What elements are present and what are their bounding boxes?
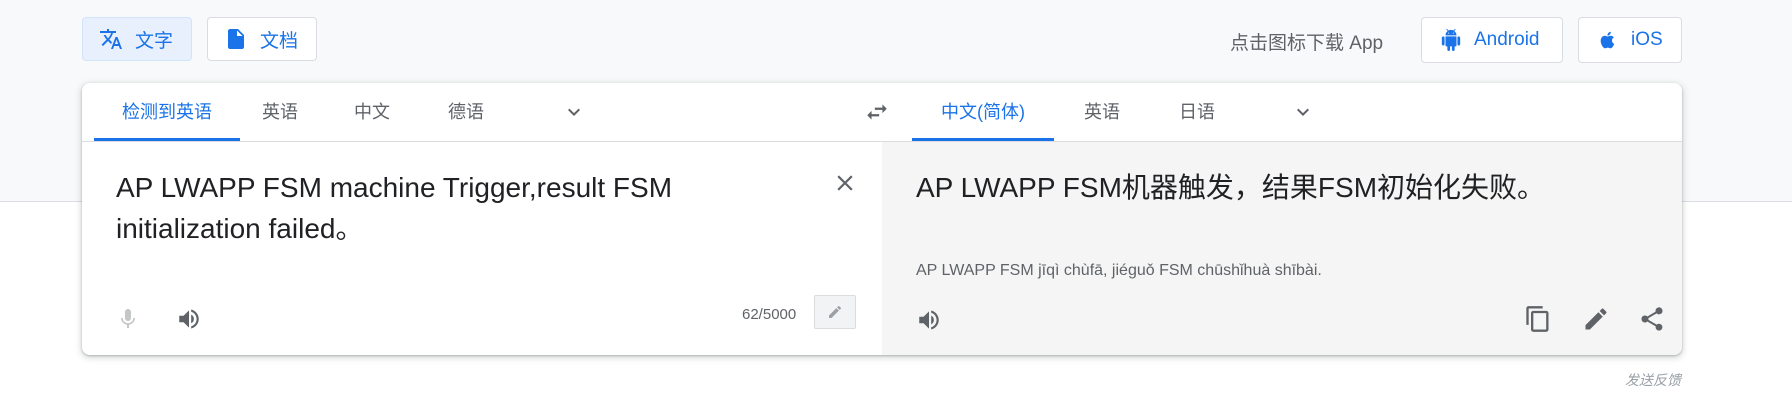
target-lang-tab-english[interactable]: 英语 — [1062, 83, 1142, 141]
source-more-languages-chevron-icon[interactable] — [562, 100, 586, 124]
pinyin-text: AP LWAPP FSM jīqì chùfā, jiéguǒ FSM chūs… — [916, 262, 1322, 279]
pencil-icon — [829, 305, 842, 318]
apple-icon — [1600, 31, 1615, 49]
clear-source-close-icon[interactable] — [832, 170, 858, 196]
translated-text: AP LWAPP FSM机器触发，结果FSM初始化失败。 — [916, 172, 1546, 203]
document-mode-label: 文档 — [260, 30, 299, 52]
target-lang-tab-japanese[interactable]: 日语 — [1157, 83, 1237, 141]
target-more-languages-chevron-icon[interactable] — [1291, 100, 1315, 124]
source-text-input[interactable]: AP LWAPP FSM machine Trigger,result FSM … — [116, 167, 816, 249]
swap-languages-icon[interactable] — [864, 99, 890, 125]
source-pane: AP LWAPP FSM machine Trigger,result FSM … — [82, 142, 882, 355]
character-counter: 62/5000 — [742, 306, 797, 323]
document-icon — [228, 29, 244, 49]
target-pane: AP LWAPP FSM机器触发，结果FSM初始化失败。 AP LWAPP FS… — [882, 142, 1682, 355]
text-mode-button[interactable]: 文字 — [82, 17, 192, 61]
suggest-edit-pencil-icon[interactable] — [1582, 305, 1610, 333]
source-speaker-icon[interactable] — [176, 306, 202, 332]
ios-label: iOS — [1631, 29, 1663, 50]
android-label: Android — [1474, 29, 1540, 50]
text-mode-label: 文字 — [135, 30, 174, 52]
copy-icon[interactable] — [1524, 305, 1552, 333]
source-lang-tab-detected[interactable]: 检测到英语 — [94, 83, 240, 141]
download-app-prompt: 点击图标下载 App — [1230, 33, 1384, 54]
android-icon — [1441, 29, 1461, 51]
android-download-button[interactable]: Android — [1421, 17, 1563, 63]
source-lang-tab-english[interactable]: 英语 — [240, 83, 320, 141]
share-icon[interactable] — [1638, 305, 1666, 333]
edit-source-button[interactable] — [814, 295, 856, 329]
target-lang-tab-chinese-simplified[interactable]: 中文(简体) — [912, 83, 1054, 141]
translate-icon — [100, 29, 122, 49]
ios-download-button[interactable]: iOS — [1578, 17, 1682, 63]
document-mode-button[interactable]: 文档 — [207, 17, 317, 61]
language-bar: 检测到英语 英语 中文 德语 中文(简体) 英语 日语 — [82, 83, 1682, 142]
microphone-icon[interactable] — [116, 306, 140, 332]
source-lang-tab-german[interactable]: 德语 — [426, 83, 506, 141]
send-feedback-link[interactable]: 发送反馈 — [1625, 370, 1681, 390]
translate-card: 检测到英语 英语 中文 德语 中文(简体) 英语 日语 AP LWAPP FSM… — [82, 83, 1682, 355]
source-lang-tab-chinese[interactable]: 中文 — [332, 83, 412, 141]
target-speaker-icon[interactable] — [916, 307, 942, 333]
